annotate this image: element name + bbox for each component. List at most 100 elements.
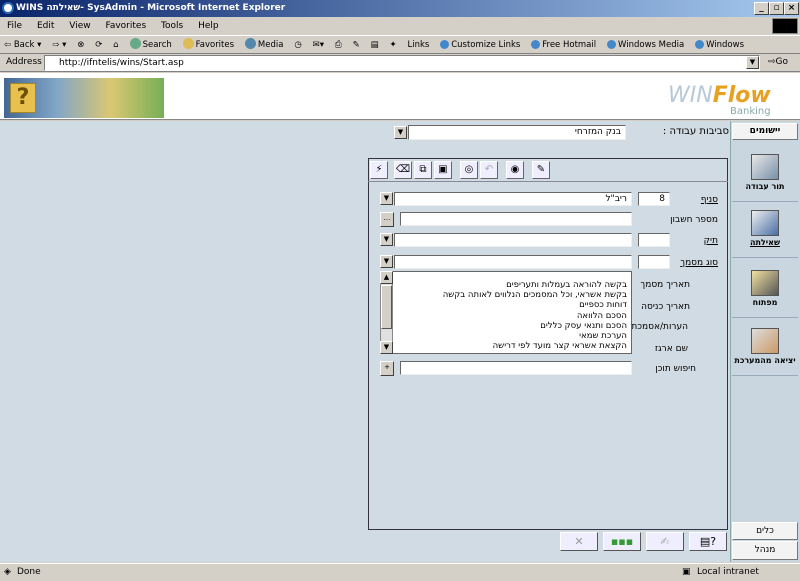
address-url: http://ifntelis/wins/Start.asp bbox=[59, 58, 184, 68]
link-hotmail[interactable]: Free Hotmail bbox=[531, 36, 596, 54]
menu-tools[interactable]: Tools bbox=[161, 17, 183, 35]
address-dropdown-button[interactable]: ▼ bbox=[746, 56, 759, 69]
favorites-icon bbox=[182, 38, 194, 49]
menu-bar: File Edit View Favorites Tools Help bbox=[0, 17, 800, 35]
content-search-add-button[interactable]: + bbox=[380, 361, 394, 376]
link-customize[interactable]: Customize Links bbox=[440, 36, 520, 54]
spiral-icon[interactable]: ◎ bbox=[460, 161, 478, 179]
ie-icon bbox=[2, 2, 14, 14]
signature-button[interactable]: ✍ bbox=[646, 532, 684, 551]
doctype-dropdown-button[interactable]: ▼ bbox=[380, 255, 393, 268]
scroll-down-button[interactable]: ▼ bbox=[380, 341, 393, 354]
search-help-button[interactable]: ▤? bbox=[689, 532, 727, 551]
folder-dropdown-button[interactable]: ▼ bbox=[380, 233, 393, 246]
discuss-icon[interactable]: ▤ bbox=[371, 36, 379, 54]
color-boxes-button[interactable]: ▪▪▪ bbox=[603, 532, 641, 551]
menu-edit[interactable]: Edit bbox=[37, 17, 54, 35]
edit-icon[interactable]: ✎ bbox=[353, 36, 360, 54]
account-lookup-button[interactable]: ... bbox=[380, 212, 394, 227]
scroll-up-button[interactable]: ▲ bbox=[380, 271, 393, 284]
ie-page-icon bbox=[607, 40, 616, 49]
scroll-thumb[interactable] bbox=[381, 285, 392, 329]
stop-icon[interactable]: ⊗ bbox=[77, 36, 84, 54]
tools-button[interactable]: כלים bbox=[732, 522, 798, 540]
forward-button[interactable]: ⇨ ▾ bbox=[52, 36, 66, 54]
window-title: WINS שאילתה- SysAdmin - Microsoft Intern… bbox=[16, 3, 286, 13]
work-queue-icon bbox=[751, 154, 779, 180]
eraser-icon[interactable]: ⌫ bbox=[394, 161, 412, 179]
home-icon[interactable]: ⌂ bbox=[113, 36, 118, 54]
nav-exit-label: יציאה מהמערכת bbox=[734, 356, 796, 365]
nav-work-queue[interactable]: תור עבודה bbox=[732, 148, 798, 202]
page-done-icon: ◈ bbox=[4, 567, 11, 577]
go-button[interactable]: ⇨Go bbox=[768, 57, 788, 67]
folder-code-input[interactable] bbox=[638, 233, 670, 247]
media-button[interactable]: Media bbox=[244, 36, 283, 54]
windows-logo-icon bbox=[772, 18, 798, 34]
branch-name-select[interactable]: ריב"ל bbox=[394, 192, 632, 206]
favorites-button[interactable]: Favorites bbox=[182, 36, 234, 54]
nav-indexing[interactable]: מפתוח bbox=[732, 264, 798, 318]
messenger-icon[interactable]: ✦ bbox=[389, 36, 396, 54]
link-windows-media[interactable]: Windows Media bbox=[607, 36, 684, 54]
browser-toolbar: ⇦ Back ▾ ⇨ ▾ ⊗ ⟳ ⌂ Search Favorites Medi… bbox=[0, 35, 800, 54]
list-item[interactable]: בקשה להוראה בעמלות ותעריפים bbox=[397, 280, 627, 290]
folder-select[interactable] bbox=[394, 233, 632, 247]
record-icon[interactable]: ◉ bbox=[506, 161, 524, 179]
menu-favorites[interactable]: Favorites bbox=[105, 17, 146, 35]
doctype-listbox[interactable]: בקשה להוראה בעמלות ותעריפים בקשת אשראי, … bbox=[380, 271, 632, 354]
query-icon bbox=[751, 210, 779, 236]
address-label: Address bbox=[6, 57, 42, 67]
undo-icon[interactable]: ↶ bbox=[480, 161, 498, 179]
list-item[interactable]: הסכם ותנאי עסק כללים bbox=[397, 321, 627, 331]
edit-note-icon[interactable]: ✎ bbox=[532, 161, 550, 179]
list-item[interactable]: בקשת אשראי, וכל המסמכים הנלווים לאותה בק… bbox=[397, 290, 627, 300]
nav-query[interactable]: שאילתה bbox=[732, 204, 798, 258]
branch-dropdown-button[interactable]: ▼ bbox=[380, 192, 393, 205]
maximize-button[interactable]: ▫ bbox=[769, 2, 784, 15]
back-button[interactable]: ⇦ Back ▾ bbox=[4, 36, 41, 54]
link-windows[interactable]: Windows bbox=[695, 36, 744, 54]
content-search-input[interactable] bbox=[400, 361, 632, 375]
branch-number-value: 8 bbox=[659, 194, 665, 204]
doctype-select[interactable] bbox=[394, 255, 632, 269]
account-label: מספר חשבון bbox=[670, 215, 718, 225]
refresh-icon[interactable]: ⟳ bbox=[95, 36, 102, 54]
history-icon[interactable]: ◷ bbox=[294, 36, 301, 54]
list-item[interactable]: הערכת שמאי bbox=[397, 331, 627, 341]
doctype-code-input[interactable] bbox=[638, 255, 670, 269]
environment-select[interactable]: בנק המזרחי bbox=[408, 125, 626, 140]
list-item[interactable]: דוחות כספיים bbox=[397, 300, 627, 310]
mail-icon[interactable]: ✉▾ bbox=[313, 36, 324, 54]
security-zone-text: Local intranet bbox=[697, 567, 759, 577]
environment-value: בנק המזרחי bbox=[574, 127, 621, 137]
admin-button[interactable]: מנהל bbox=[732, 541, 798, 560]
copy-icon[interactable]: ⧉ bbox=[414, 161, 432, 179]
close-window-button[interactable]: × bbox=[784, 2, 799, 15]
nav-exit[interactable]: יציאה מהמערכת bbox=[732, 322, 798, 376]
branch-name-value: ריב"ל bbox=[605, 194, 627, 204]
nav-query-label: שאילתה bbox=[749, 238, 781, 247]
list-item[interactable]: הסכם הלוואה bbox=[397, 311, 627, 321]
cancel-button[interactable]: ✕ bbox=[560, 532, 598, 551]
environment-dropdown-button[interactable]: ▼ bbox=[394, 126, 407, 139]
links-label: Links bbox=[407, 40, 430, 50]
branch-number-input[interactable]: 8 bbox=[638, 192, 670, 206]
account-number-input[interactable] bbox=[400, 212, 632, 226]
winflow-logo: WINFlow bbox=[668, 83, 771, 108]
address-bar: Address http://ifntelis/wins/Start.asp ▼… bbox=[0, 54, 800, 72]
list-item[interactable]: הקצאת אשראי קצר מועד לפי דרישה bbox=[397, 341, 627, 351]
app-banner: ? WINFlow Banking bbox=[0, 73, 800, 120]
print-icon[interactable]: ⎙ bbox=[335, 36, 342, 54]
nav-work-queue-label: תור עבודה bbox=[745, 182, 785, 191]
minimize-button[interactable]: _ bbox=[754, 2, 769, 15]
search-button[interactable]: Search bbox=[129, 36, 172, 54]
menu-file[interactable]: File bbox=[7, 17, 22, 35]
paste-icon[interactable]: ▣ bbox=[434, 161, 452, 179]
menu-help[interactable]: Help bbox=[198, 17, 219, 35]
ie-page-icon bbox=[531, 40, 541, 49]
applications-button[interactable]: יישומים bbox=[732, 123, 798, 140]
address-input[interactable]: http://ifntelis/wins/Start.asp bbox=[44, 55, 760, 71]
menu-view[interactable]: View bbox=[69, 17, 90, 35]
wand-icon[interactable]: ⚡ bbox=[370, 161, 388, 179]
